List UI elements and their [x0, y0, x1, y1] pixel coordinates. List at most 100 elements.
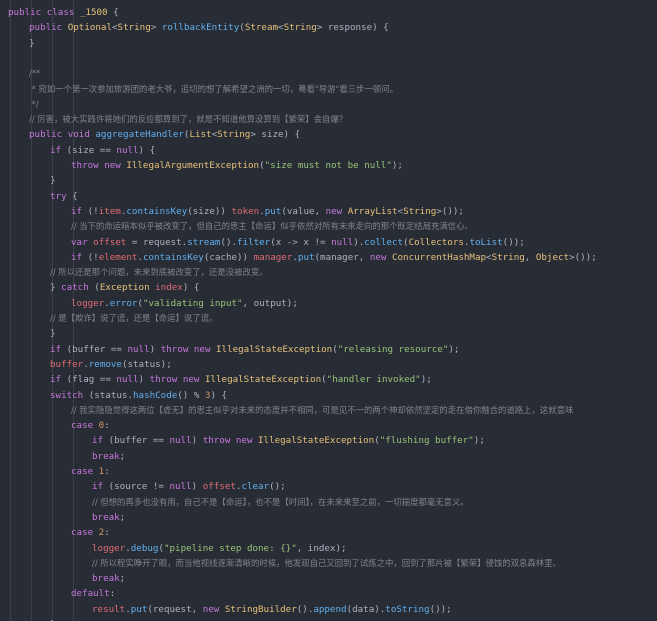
- code-token: ());: [429, 603, 452, 615]
- code-line[interactable]: // 厉害，被大实践许将她们的反应都算到了，就是不知道他算没算到【繁荣】会自爆？: [0, 112, 657, 127]
- code-line[interactable]: buffer.remove(status);: [0, 357, 657, 372]
- code-token: if: [50, 343, 67, 355]
- code-token: ) {: [210, 389, 228, 401]
- code-line[interactable]: public void aggregateHandler(List<String…: [0, 127, 657, 142]
- code-line[interactable]: * 宛如一个第一次参加旅游团的老大爷，追切的想了解希望之洲的一切，蓦看"导游"看…: [0, 82, 657, 97]
- code-token: new: [202, 603, 225, 615]
- code-token: List: [189, 129, 212, 141]
- code-token: > size) {: [250, 129, 301, 141]
- code-token: case: [71, 466, 99, 477]
- code-token: String: [117, 22, 151, 34]
- code-token: clear: [241, 481, 270, 493]
- code-line[interactable]: [0, 51, 657, 66]
- code-token: }: [50, 328, 56, 340]
- code-token: logger: [92, 542, 126, 554]
- code-token: toString: [385, 603, 430, 615]
- code-line[interactable]: if (buffer == null) throw new IllegalSta…: [0, 433, 657, 448]
- code-token: error: [109, 297, 138, 309]
- code-line[interactable]: if (source != null) offset.clear();: [0, 479, 657, 494]
- code-line[interactable]: var offset = request.stream().filter(x -…: [0, 235, 657, 250]
- code-token: ConcurrentHashMap: [391, 251, 487, 263]
- code-line[interactable]: // 是【欺诈】说了谎，还是【命运】说了谎。: [0, 311, 657, 326]
- code-token: throw new: [202, 435, 259, 447]
- code-token: offset: [202, 481, 236, 493]
- code-token: index: [155, 282, 183, 294]
- code-token: ;: [119, 511, 126, 523]
- code-line[interactable]: }: [0, 173, 657, 188]
- code-token: // 是【欺诈】说了谎，还是【命运】说了谎。: [50, 313, 218, 323]
- code-line[interactable]: case 2:: [0, 525, 657, 540]
- code-line[interactable]: case 0:: [0, 418, 657, 433]
- code-line[interactable]: } catch (Exception index) {: [0, 280, 657, 295]
- code-token: (source !=: [108, 481, 170, 493]
- code-line[interactable]: public class _1500 {: [0, 5, 657, 20]
- code-token: );: [420, 374, 432, 386]
- code-token: toList: [469, 236, 503, 248]
- code-line[interactable]: break;: [0, 449, 657, 464]
- code-line[interactable]: logger.debug("pipeline step done: {}", i…: [0, 541, 657, 556]
- code-token: var: [71, 236, 94, 248]
- code-line[interactable]: try {: [0, 189, 657, 204]
- code-token: (buffer ==: [108, 435, 170, 447]
- code-line[interactable]: case 1:: [0, 464, 657, 479]
- code-token: token: [231, 205, 260, 217]
- code-line[interactable]: result.put(request, new StringBuilder().…: [0, 602, 657, 617]
- code-token: ) {: [138, 144, 156, 156]
- code-line[interactable]: default:: [0, 586, 657, 601]
- code-token: containsKey: [126, 205, 188, 217]
- code-line[interactable]: if (buffer == null) throw new IllegalSta…: [0, 342, 657, 357]
- code-token: ).: [353, 236, 365, 248]
- code-token: catch: [61, 282, 95, 294]
- code-token: public class: [8, 7, 80, 18]
- code-line[interactable]: }: [0, 36, 657, 51]
- code-line[interactable]: // 当下的命运暗本似乎被改变了，但自己的思主【命运】似乎依然对所有未来走向的那…: [0, 219, 657, 234]
- code-line[interactable]: break;: [0, 510, 657, 525]
- code-token: logger: [71, 297, 105, 309]
- code-line[interactable]: // 所以程实睁开了眼，而当他视线逐渐清晰的时候，他发现自己又回到了试炼之中，回…: [0, 556, 657, 571]
- code-line[interactable]: switch (status.hashCode() % 3) {: [0, 388, 657, 403]
- code-token: ;: [119, 573, 126, 585]
- code-token: Collectors: [408, 236, 464, 248]
- code-token: // 当下的命运暗本似乎被改变了，但自己的思主【命运】似乎依然对所有未来走向的那…: [71, 221, 473, 232]
- code-token: append: [313, 603, 347, 615]
- code-token: String: [491, 251, 525, 263]
- code-line[interactable]: /**: [0, 66, 657, 81]
- code-line[interactable]: logger.error("validating input", output)…: [0, 296, 657, 311]
- code-token: if: [92, 435, 109, 447]
- code-line[interactable]: if (!item.containsKey(size)) token.put(v…: [0, 204, 657, 219]
- code-line[interactable]: if (flag == null) throw new IllegalState…: [0, 372, 657, 387]
- code-token: ,: [524, 251, 536, 263]
- code-token: (status);: [121, 358, 172, 370]
- code-line[interactable]: */: [0, 97, 657, 112]
- code-line[interactable]: }: [0, 617, 657, 621]
- code-line[interactable]: throw new IllegalArgumentException("size…: [0, 158, 657, 173]
- code-token: case: [71, 420, 99, 432]
- code-token: rollbackEntity: [161, 22, 240, 34]
- code-token: );: [448, 343, 460, 355]
- code-line[interactable]: }: [0, 326, 657, 341]
- code-token: ArrayList: [347, 205, 398, 217]
- code-token: (request,: [147, 603, 203, 615]
- code-token: // 厉害，被大实践许将她们的反应都算到了，就是不知道他算没算到【繁荣】会自爆？: [29, 114, 348, 125]
- code-token: null: [169, 435, 192, 447]
- code-token: (manager,: [314, 251, 370, 263]
- code-line[interactable]: // 但想的再多也没有用，自己不是【命运】，也不是【时间】，在未来来至之前，一切…: [0, 495, 657, 510]
- code-line[interactable]: // 所以还是那个问题，未来到底被改变了，还是没被改变。: [0, 265, 657, 280]
- code-token: ): [149, 343, 161, 355]
- code-token: break: [92, 450, 120, 462]
- code-token: Stream: [244, 22, 279, 34]
- code-token: Object: [535, 251, 570, 263]
- code-editor[interactable]: public class _1500 {public Optional<Stri…: [0, 0, 657, 621]
- code-line[interactable]: // 我实隐隐觉得这两位【虚无】的思主似乎对未来的态度并不相同，可是见不一的两个…: [0, 403, 657, 418]
- code-line[interactable]: if (size == null) {: [0, 143, 657, 158]
- code-line[interactable]: if (!element.containsKey(cache)) manager…: [0, 250, 657, 265]
- code-line[interactable]: break;: [0, 571, 657, 586]
- code-token: result: [92, 603, 126, 615]
- code-token: Exception: [99, 282, 150, 294]
- code-token: throw new: [71, 160, 127, 171]
- code-token: new: [325, 205, 348, 217]
- code-line[interactable]: public Optional<String> rollbackEntity(S…: [0, 20, 657, 35]
- code-token: break: [92, 573, 120, 585]
- code-token: ().: [220, 236, 238, 248]
- code-token: :: [104, 466, 110, 477]
